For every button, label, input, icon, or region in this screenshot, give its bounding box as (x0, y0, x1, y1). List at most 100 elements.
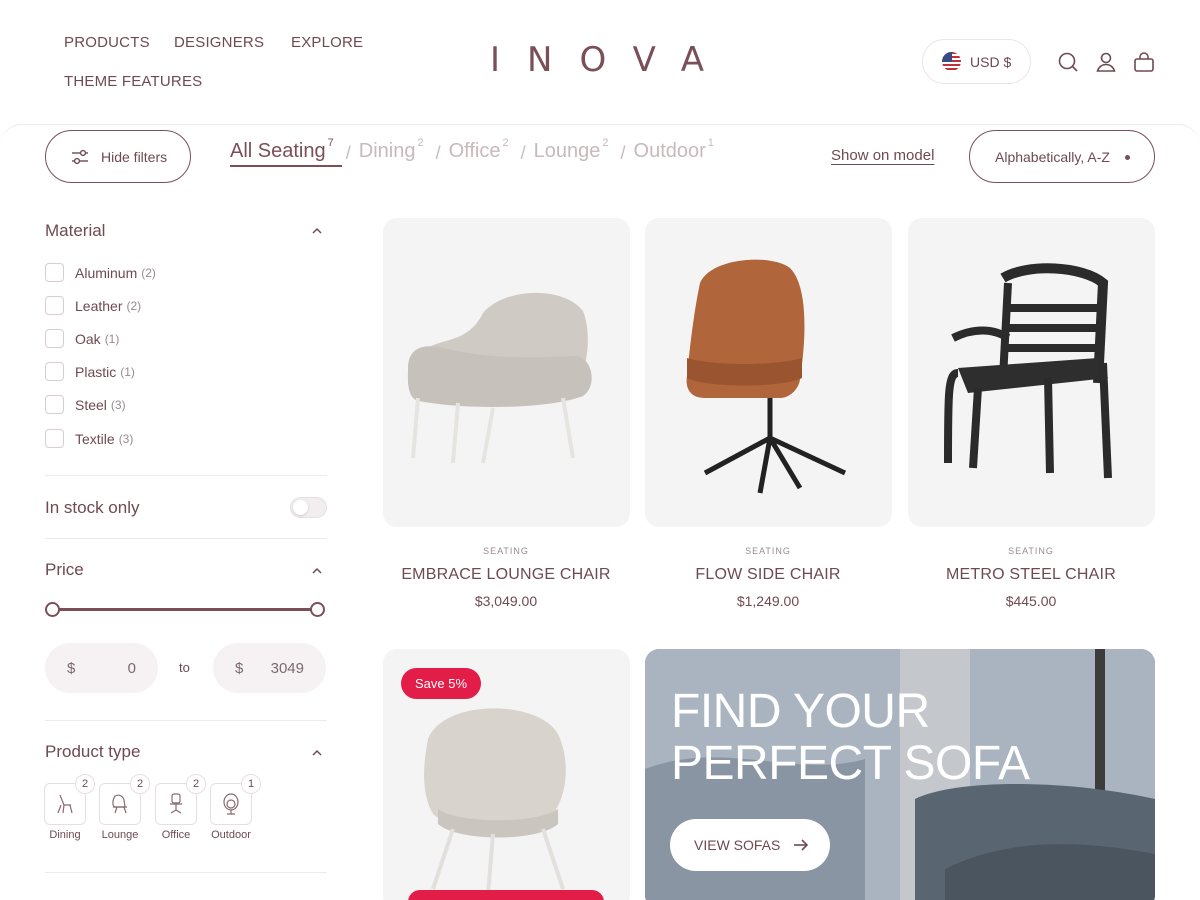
chevron-up-icon[interactable] (310, 746, 324, 760)
tab-label: Outdoor (633, 140, 706, 162)
tab-all-seating[interactable]: All Seating 7 (230, 137, 342, 167)
product-type-dining[interactable]: 2 (44, 774, 95, 825)
tab-dining[interactable]: Dining 2 (359, 137, 432, 163)
product-type-title: Product type (45, 742, 141, 761)
tab-label: All Seating (230, 140, 326, 162)
price-to-label: to (179, 660, 190, 675)
tab-outdoor[interactable]: Outdoor 1 (633, 137, 722, 163)
product-name[interactable]: EMBRACE LOUNGE CHAIR (382, 566, 630, 584)
product-image-flow-side-chair[interactable] (645, 218, 892, 527)
material-plastic[interactable]: Plastic (1) (45, 362, 135, 381)
collection-tabs: All Seating 7 / Dining 2 / Office 2 / Loung… (230, 137, 722, 174)
tab-label: Lounge (533, 140, 601, 162)
checkbox[interactable] (45, 329, 64, 348)
material-oak[interactable]: Oak (1) (45, 329, 119, 348)
outdoor-chair-icon (223, 793, 239, 815)
chevron-up-icon[interactable] (310, 224, 324, 238)
currency-label: USD $ (970, 53, 1012, 70)
product-name[interactable]: METRO STEEL CHAIR (907, 566, 1155, 584)
product-type-label: Office (161, 829, 191, 841)
product-image-embrace-lounge-chair[interactable] (383, 218, 630, 527)
checkbox[interactable] (45, 296, 64, 315)
chevron-up-icon[interactable] (310, 564, 324, 578)
product-image-metro-steel-chair[interactable] (908, 218, 1155, 527)
material-title: Material (45, 221, 106, 240)
material-leather[interactable]: Leather (2) (45, 296, 141, 315)
material-label: Textile (75, 430, 115, 447)
show-on-model-link[interactable]: Show on model (831, 147, 934, 164)
promo-title-line: PERFECT SOFA (671, 737, 1030, 790)
tab-separator: / (520, 143, 526, 163)
checkbox[interactable] (45, 395, 64, 414)
price-slider-min-handle[interactable] (45, 602, 60, 617)
product-price: $1,249.00 (736, 593, 800, 609)
office-chair-icon (170, 793, 182, 814)
material-count: (2) (141, 265, 156, 280)
search-icon[interactable] (1056, 50, 1080, 74)
site-header: PRODUCTS DESIGNERS EXPLORE THEME FEATURE… (0, 0, 1200, 125)
material-steel[interactable]: Steel (3) (45, 395, 126, 414)
sort-dropdown[interactable]: Alphabetically, A-Z (969, 130, 1155, 183)
in-stock-label: In stock only (45, 498, 140, 517)
price-max-input[interactable]: $ 3049 (213, 643, 326, 693)
us-flag-icon (942, 52, 961, 71)
currency-selector[interactable]: USD $ (922, 39, 1031, 84)
checkbox[interactable] (45, 429, 64, 448)
tab-separator: / (620, 143, 626, 163)
material-label: Aluminum (75, 264, 138, 281)
price-min-value: 0 (127, 659, 136, 677)
material-label: Oak (75, 330, 101, 347)
filters-icon (70, 147, 90, 167)
nav-designers[interactable]: DESIGNERS (174, 34, 264, 51)
add-to-cart-bar[interactable] (408, 890, 604, 900)
material-label: Steel (75, 396, 107, 413)
tab-count: 2 (602, 137, 609, 150)
checkbox[interactable] (45, 362, 64, 381)
tab-separator: / (345, 143, 351, 163)
price-slider-max-handle[interactable] (310, 602, 325, 617)
product-price: $445.00 (1005, 593, 1057, 609)
nav-theme-features[interactable]: THEME FEATURES (64, 73, 202, 90)
product-type-lounge[interactable]: 2 (99, 774, 150, 825)
tab-lounge[interactable]: Lounge 2 (533, 137, 617, 163)
material-count: (1) (104, 331, 120, 346)
divider (45, 872, 327, 873)
material-count: (3) (118, 431, 134, 446)
material-label: Plastic (75, 363, 117, 380)
material-aluminum[interactable]: Aluminum (2) (45, 263, 156, 282)
tab-count: 7 (327, 137, 334, 150)
cart-icon[interactable] (1132, 50, 1156, 74)
promo-title: FIND YOUR PERFECT SOFA (671, 686, 1030, 790)
dot-icon (1125, 155, 1130, 160)
view-sofas-button[interactable]: VIEW SOFAS (670, 819, 830, 871)
hide-filters-label: Hide filters (101, 148, 168, 165)
logo[interactable]: INOVA (490, 40, 715, 84)
material-textile[interactable]: Textile (3) (45, 429, 133, 448)
type-count-badge: 2 (130, 774, 150, 794)
product-type-office[interactable]: 2 (155, 774, 206, 825)
hide-filters-button[interactable]: Hide filters (45, 130, 191, 183)
divider (45, 538, 327, 539)
price-slider-track[interactable] (52, 608, 318, 611)
tab-count: 2 (417, 137, 424, 150)
account-icon[interactable] (1094, 50, 1118, 74)
nav-products[interactable]: PRODUCTS (64, 34, 150, 51)
tab-label: Office (448, 140, 501, 162)
tab-office[interactable]: Office 2 (448, 137, 517, 163)
currency-symbol: $ (67, 659, 76, 677)
sort-label: Alphabetically, A-Z (995, 148, 1110, 165)
checkbox[interactable] (45, 263, 64, 282)
nav-explore[interactable]: EXPLORE (291, 34, 363, 51)
price-title: Price (45, 560, 84, 579)
material-count: (1) (120, 364, 135, 379)
price-min-input[interactable]: $ 0 (45, 643, 158, 693)
divider (45, 720, 327, 721)
in-stock-toggle[interactable] (290, 497, 327, 518)
product-type-outdoor[interactable]: 1 (210, 774, 261, 825)
product-type-label: Outdoor (211, 829, 251, 841)
product-category: SEATING (745, 546, 791, 556)
material-count: (3) (110, 397, 126, 412)
product-name[interactable]: FLOW SIDE CHAIR (644, 566, 892, 584)
view-sofas-label: VIEW SOFAS (694, 837, 781, 853)
sale-badge: Save 5% (401, 668, 481, 699)
